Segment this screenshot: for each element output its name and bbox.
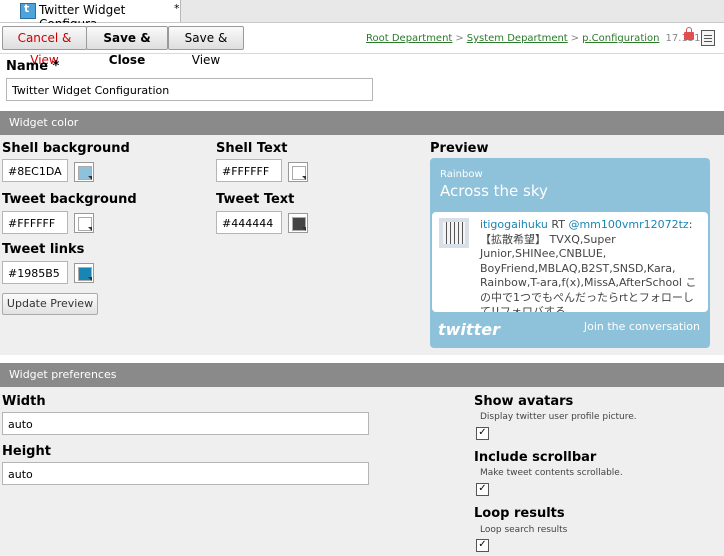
include-scrollbar-help: Make tweet contents scrollable.: [480, 468, 623, 478]
show-avatars-help: Display twitter user profile picture.: [480, 412, 637, 422]
preview-tweet: itigogaihuku RT @mm100vmr12072tz:【拡散希望】 …: [432, 212, 708, 312]
save-view-button[interactable]: Save & View: [168, 26, 244, 67]
width-input[interactable]: auto: [2, 412, 369, 435]
toolbar: Cancel & View Save & Close Save & View R…: [0, 23, 724, 67]
show-avatars-checkbox[interactable]: ✓: [476, 427, 489, 440]
join-conversation-link[interactable]: Join the conversation: [584, 320, 700, 333]
loop-results-help: Loop search results: [480, 525, 568, 535]
height-label: Height: [2, 444, 51, 459]
tweet-text-color-picker[interactable]: [288, 213, 308, 233]
twitter-logo: twitter: [438, 320, 500, 339]
breadcrumb-system-department[interactable]: System Department: [467, 33, 568, 44]
preview-subtitle: Rainbow: [440, 169, 483, 180]
loop-results-label: Loop results: [474, 506, 565, 521]
preview-label: Preview: [430, 141, 489, 156]
show-avatars-label: Show avatars: [474, 394, 574, 409]
shell-background-label: Shell background: [2, 141, 130, 156]
tweet-body: :【拡散希望】 TVXQ,Super Junior,SHINee,CNBLUE,…: [480, 218, 697, 312]
version-number: 17.151: [665, 33, 701, 44]
tweet-text-input[interactable]: #444444: [216, 211, 282, 234]
breadcrumb-root-department[interactable]: Root Department: [366, 33, 452, 44]
document-icon[interactable]: [701, 30, 715, 46]
tweet-background-input[interactable]: #FFFFFF: [2, 211, 68, 234]
tweet-avatar: [439, 218, 469, 248]
include-scrollbar-checkbox[interactable]: ✓: [476, 483, 489, 496]
breadcrumb: Root Department > System Department > p.Conf…: [366, 33, 700, 44]
tweet-text: itigogaihuku RT @mm100vmr12072tz:【拡散希望】 …: [480, 218, 702, 312]
loop-results-checkbox[interactable]: ✓: [476, 539, 489, 552]
breadcrumb-separator: >: [570, 33, 580, 44]
tab-dirty-marker: *: [174, 2, 180, 15]
breadcrumb-configuration[interactable]: p.Configuration: [582, 33, 659, 44]
tweet-links-label: Tweet links: [2, 242, 85, 257]
name-label: Name *: [6, 59, 60, 74]
shell-text-input[interactable]: #FFFFFF: [216, 159, 282, 182]
tab-bar: t Twitter Widget Configura... *: [0, 0, 724, 31]
editor-tab[interactable]: t Twitter Widget Configura... *: [0, 0, 181, 31]
tweet-background-color-picker[interactable]: [74, 213, 94, 233]
twitter-widget-preview: Rainbow Across the sky itigogaihuku RT @…: [430, 158, 710, 348]
widget-preferences-header: Widget preferences: [0, 363, 724, 387]
tweet-user-link[interactable]: itigogaihuku: [480, 218, 548, 231]
shell-text-label: Shell Text: [216, 141, 288, 156]
update-preview-button[interactable]: Update Preview: [2, 293, 98, 315]
name-input[interactable]: Twitter Widget Configuration: [6, 78, 373, 101]
tweet-text-label: Tweet Text: [216, 192, 295, 207]
tweet-background-label: Tweet background: [2, 192, 137, 207]
breadcrumb-separator: >: [455, 33, 464, 44]
twitter-icon: t: [20, 2, 36, 19]
shell-background-input[interactable]: #8EC1DA: [2, 159, 68, 182]
save-close-button[interactable]: Save & Close: [86, 26, 168, 67]
shell-background-color-picker[interactable]: [74, 162, 94, 182]
shell-text-color-picker[interactable]: [288, 162, 308, 182]
widget-color-header: Widget color: [0, 111, 724, 135]
include-scrollbar-label: Include scrollbar: [474, 450, 597, 465]
width-label: Width: [2, 394, 46, 409]
tweet-links-color-picker[interactable]: [74, 263, 94, 283]
tweet-rt: RT: [551, 218, 565, 231]
lock-icon[interactable]: [684, 27, 694, 40]
tweet-links-input[interactable]: #1985B5: [2, 261, 68, 284]
height-input[interactable]: auto: [2, 462, 369, 485]
tweet-mention-link[interactable]: @mm100vmr12072tz: [568, 218, 688, 231]
preview-title: Across the sky: [440, 182, 548, 200]
cancel-view-button[interactable]: Cancel & View: [2, 26, 87, 67]
